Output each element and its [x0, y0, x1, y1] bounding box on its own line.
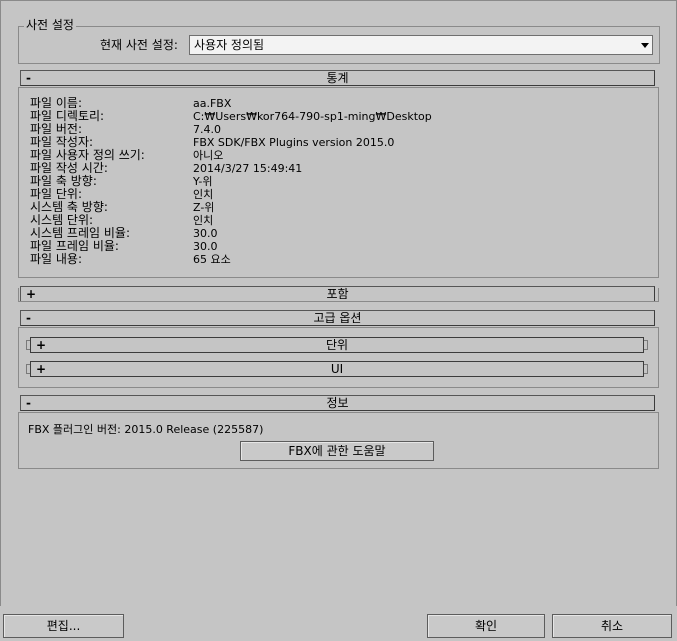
rollout-advanced-title: 고급 옵션	[313, 311, 362, 325]
current-preset-dropdown[interactable]: 사용자 정의됨	[189, 35, 653, 55]
current-preset-label: 현재 사전 설정:	[100, 38, 178, 52]
rollout-statistics-header[interactable]: - 통계	[20, 70, 655, 86]
chevron-down-icon[interactable]	[641, 43, 649, 48]
stat-value: 인치	[193, 188, 214, 201]
ok-button[interactable]: 확인	[427, 614, 545, 638]
sub-rollout-edge	[644, 340, 648, 350]
stat-value: Y-위	[193, 175, 213, 188]
stat-value: 65 요소	[193, 253, 231, 266]
stat-value: 인치	[193, 214, 214, 227]
stat-label: 파일 내용:	[30, 252, 83, 266]
stat-value: 30.0	[193, 240, 218, 253]
stat-value: C:₩Users₩kor764-790-sp1-ming₩Desktop	[193, 110, 432, 123]
stat-value: 7.4.0	[193, 123, 221, 136]
sub-rollout-edge	[644, 364, 648, 374]
stat-value: 아니오	[193, 149, 224, 162]
rollout-statistics-title: 통계	[326, 71, 349, 85]
sub-rollout-ui-title: UI	[330, 362, 344, 376]
plugin-version-text: FBX 플러그인 버전: 2015.0 Release (225587)	[28, 423, 264, 436]
fbx-help-button[interactable]: FBX에 관한 도움말	[240, 441, 434, 461]
sub-rollout-units-title: 단위	[325, 338, 349, 352]
sub-rollout-units-header[interactable]: + 단위	[30, 337, 644, 353]
rollout-info-title: 정보	[326, 396, 349, 410]
stat-value: FBX SDK/FBX Plugins version 2015.0	[193, 136, 395, 149]
sub-rollout-edge	[26, 364, 30, 374]
stat-value: Z-위	[193, 201, 215, 214]
rollout-include-body	[18, 288, 659, 302]
rollout-advanced-header[interactable]: - 고급 옵션	[20, 310, 655, 326]
sub-rollout-edge	[26, 340, 30, 350]
current-preset-value: 사용자 정의됨	[194, 38, 265, 52]
presets-group-title: 사전 설정	[24, 18, 76, 32]
stat-value: aa.FBX	[193, 97, 232, 110]
cancel-button[interactable]: 취소	[552, 614, 672, 638]
sub-rollout-ui-header[interactable]: + UI	[30, 361, 644, 377]
rollout-info-header[interactable]: - 정보	[20, 395, 655, 411]
stat-value: 2014/3/27 15:49:41	[193, 162, 303, 175]
stat-value: 30.0	[193, 227, 218, 240]
edit-button[interactable]: 편집...	[3, 614, 124, 638]
